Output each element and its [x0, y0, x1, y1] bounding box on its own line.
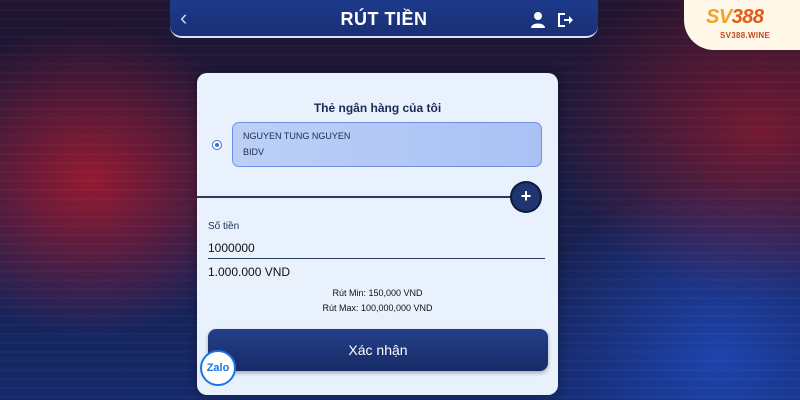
- amount-input[interactable]: [208, 237, 545, 259]
- bank-section-title: Thẻ ngân hàng của tôi: [313, 101, 442, 115]
- user-icon[interactable]: [530, 11, 546, 29]
- divider: [197, 196, 515, 198]
- max-withdraw-text: Rút Max: 100,000,000 VND: [322, 303, 433, 313]
- logout-icon[interactable]: [556, 11, 574, 29]
- bank-card-option[interactable]: NGUYEN TUNG NGUYEN BIDV: [232, 122, 542, 167]
- bank-card-bank: BIDV: [243, 147, 265, 157]
- zalo-chat-button[interactable]: Zalo: [200, 350, 236, 386]
- add-bank-button[interactable]: +: [512, 183, 540, 211]
- amount-label: Số tiền: [208, 221, 240, 232]
- bank-select-radio[interactable]: [212, 140, 222, 150]
- amount-formatted: 1.000.000 VND: [208, 265, 291, 279]
- bank-card-holder: NGUYEN TUNG NGUYEN: [243, 131, 351, 141]
- brand-logo: SV388 SV388.WINE: [684, 0, 800, 50]
- logo-wordmark: SV388: [706, 6, 764, 28]
- withdraw-card: Thẻ ngân hàng của tôi NGUYEN TUNG NGUYEN…: [197, 73, 558, 395]
- confirm-button[interactable]: Xác nhận: [208, 329, 548, 371]
- min-withdraw-text: Rút Min: 150,000 VND: [332, 288, 423, 298]
- logo-site: SV388.WINE: [720, 31, 771, 40]
- top-bar: ‹ RÚT TIỀN: [170, 0, 598, 38]
